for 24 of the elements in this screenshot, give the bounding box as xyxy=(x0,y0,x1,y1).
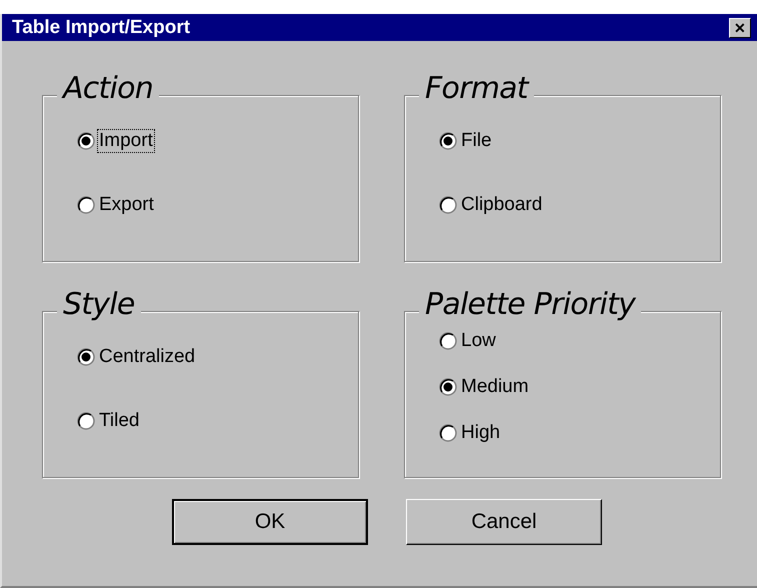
group-title: Style xyxy=(57,288,141,322)
radio-button[interactable] xyxy=(77,196,95,214)
radio-label[interactable]: File xyxy=(460,130,493,152)
radio-label[interactable]: Export xyxy=(98,194,155,216)
dialog-button[interactable]: OK xyxy=(172,499,368,545)
radio-button[interactable] xyxy=(77,412,95,430)
radio-button[interactable] xyxy=(439,132,457,150)
radio-label[interactable]: Clipboard xyxy=(460,194,544,216)
radio-label[interactable]: Centralized xyxy=(98,346,196,368)
window-title: Table Import/Export xyxy=(12,16,190,38)
radio-label[interactable]: Medium xyxy=(460,376,530,398)
radio-label[interactable]: Low xyxy=(460,330,497,352)
dialog-button[interactable]: Cancel xyxy=(406,499,602,545)
radio-button[interactable] xyxy=(439,332,457,350)
radio-button[interactable] xyxy=(439,424,457,442)
radio-button[interactable] xyxy=(77,348,95,366)
close-button[interactable]: ✕ xyxy=(729,18,751,38)
radio-button[interactable] xyxy=(439,378,457,396)
radio-label[interactable]: Import xyxy=(98,130,154,152)
radio-button[interactable] xyxy=(439,196,457,214)
radio-label[interactable]: Tiled xyxy=(98,410,140,432)
radio-label[interactable]: High xyxy=(460,422,502,444)
group-title: Palette Priority xyxy=(419,288,642,322)
radio-button[interactable] xyxy=(77,132,95,150)
